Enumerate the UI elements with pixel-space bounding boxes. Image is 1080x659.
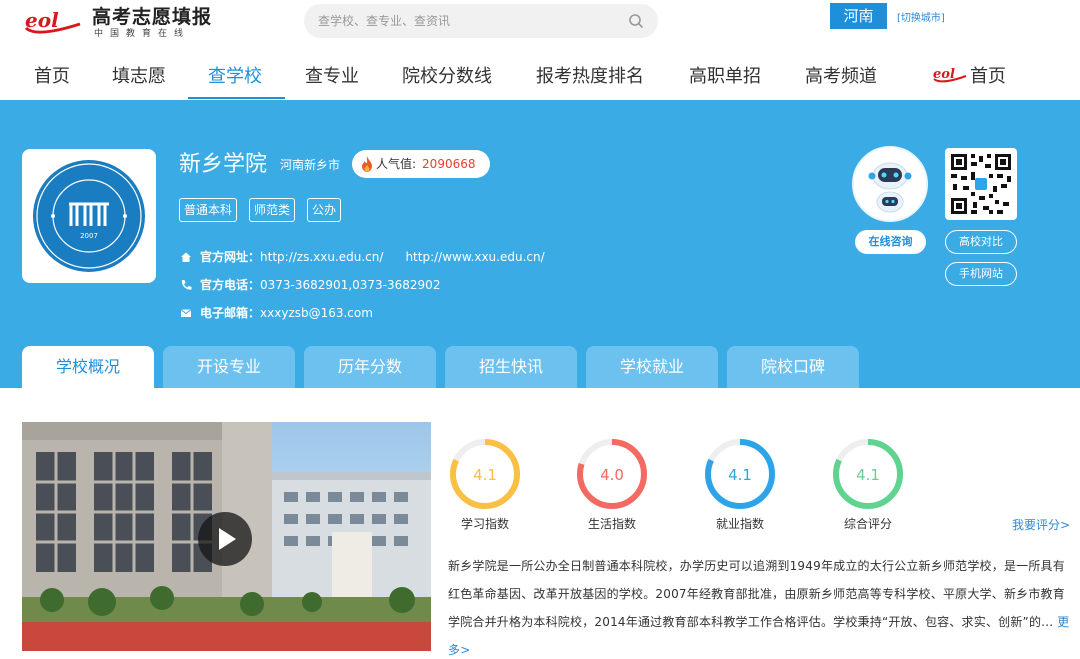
description-text: 新乡学院是一所公办全日制普通本科院校，办学历史可以追溯到1949年成立的太行公立… bbox=[448, 559, 1065, 629]
email-row: 电子邮箱： xxxyzsb@163.com bbox=[180, 304, 373, 321]
main-nav: 首页 填志愿 查学校 查专业 院校分数线 报考热度排名 高职单招 高考频道 bbox=[0, 54, 1080, 100]
tab-overview[interactable]: 学校概况 bbox=[22, 346, 154, 388]
online-consult-button[interactable]: 在线咨询 bbox=[855, 230, 926, 254]
tag-undergraduate: 普通本科 bbox=[179, 198, 238, 222]
gauge-study-value: 4.1 bbox=[473, 466, 497, 484]
logo-subtitle: 中国教育在线 bbox=[94, 29, 191, 39]
school-emblem-icon: 2007 bbox=[33, 160, 145, 272]
logo-title: 高考志愿填报 bbox=[92, 6, 213, 28]
qr-code bbox=[945, 148, 1017, 220]
search-bar bbox=[304, 4, 658, 38]
eol-home-link[interactable]: eol 首页 bbox=[932, 62, 1006, 88]
nav-fill-application[interactable]: 填志愿 bbox=[112, 62, 166, 100]
region-selector[interactable]: 河南 bbox=[830, 3, 887, 29]
tag-normal-school: 师范类 bbox=[249, 198, 296, 222]
gauge-life-label: 生活指数 bbox=[587, 517, 636, 531]
nav-search-school[interactable]: 查学校 bbox=[208, 62, 262, 100]
phone-row: 官方电话： 0373-3682901,0373-3682902 bbox=[180, 276, 440, 293]
play-video-button[interactable] bbox=[198, 512, 252, 566]
email-address[interactable]: xxxyzsb@163.com bbox=[260, 306, 373, 320]
tag-public: 公办 bbox=[307, 198, 342, 222]
gauge-study-label: 学习指数 bbox=[460, 517, 509, 531]
school-banner: 2007 新乡学院 河南新乡市 人气值: 2090668 普通本科 师范类 公办 … bbox=[0, 100, 1080, 388]
gauge-life-value: 4.0 bbox=[600, 466, 624, 484]
gauge-employment-label: 就业指数 bbox=[715, 517, 764, 531]
popularity-value: 2090668 bbox=[422, 157, 476, 171]
svg-text:eol: eol bbox=[25, 8, 59, 32]
compare-school-button[interactable]: 高校对比 bbox=[945, 230, 1017, 254]
site-logo[interactable]: eol 高考志愿填报 中国教育在线 bbox=[22, 6, 212, 40]
website-row: 官方网址： http://zs.xxu.edu.cn/ http://www.x… bbox=[180, 248, 545, 265]
phone-number: 0373-3682901,0373-3682902 bbox=[260, 277, 441, 292]
email-label: 电子邮箱： bbox=[200, 306, 261, 320]
eol-logo-icon: eol bbox=[933, 67, 967, 83]
nav-home[interactable]: 首页 bbox=[34, 62, 70, 100]
switch-city-link[interactable]: [切换城市] bbox=[897, 9, 945, 24]
mobile-site-button[interactable]: 手机网站 bbox=[945, 262, 1017, 286]
search-input[interactable] bbox=[304, 4, 604, 38]
eol-home-label: 首页 bbox=[970, 66, 1006, 87]
emblem-year: 2007 bbox=[80, 232, 98, 240]
top-bar: eol 高考志愿填报 中国教育在线 河南 [切换城市] bbox=[0, 0, 1080, 46]
school-description: 新乡学院是一所公办全日制普通本科院校，办学历史可以追溯到1949年成立的太行公立… bbox=[448, 552, 1076, 659]
fire-icon bbox=[362, 156, 372, 172]
school-logo: 2007 bbox=[22, 149, 156, 283]
nav-active-underline bbox=[188, 97, 285, 99]
home-icon bbox=[181, 252, 191, 262]
tab-admission-news[interactable]: 招生快讯 bbox=[445, 346, 577, 388]
robot-avatar[interactable] bbox=[852, 146, 928, 222]
phone-label: 官方电话： bbox=[200, 278, 261, 292]
gauge-overall-value: 4.1 bbox=[856, 466, 880, 484]
gauge-overall-label: 综合评分 bbox=[843, 517, 892, 531]
tab-reputation[interactable]: 院校口碑 bbox=[727, 346, 859, 388]
nav-vocational[interactable]: 高职单招 bbox=[689, 62, 761, 100]
school-location: 河南新乡市 bbox=[280, 158, 341, 172]
nav-gaokao-channel[interactable]: 高考频道 bbox=[805, 62, 877, 100]
tab-history-scores[interactable]: 历年分数 bbox=[304, 346, 436, 388]
robot-icon bbox=[854, 148, 926, 220]
nav-score-line[interactable]: 院校分数线 bbox=[402, 62, 492, 100]
tab-employment[interactable]: 学校就业 bbox=[586, 346, 718, 388]
gauge-employment-value: 4.1 bbox=[728, 466, 752, 484]
mail-icon bbox=[180, 308, 192, 317]
search-icon[interactable] bbox=[628, 13, 644, 29]
website-link-1[interactable]: http://zs.xxu.edu.cn/ bbox=[260, 250, 383, 264]
rate-link[interactable]: 我要评分> bbox=[1012, 516, 1070, 533]
nav-search-major[interactable]: 查专业 bbox=[305, 62, 359, 100]
phone-icon bbox=[181, 279, 192, 290]
svg-text:eol: eol bbox=[933, 67, 955, 82]
website-label: 官方网址： bbox=[200, 250, 261, 264]
eol-logo-icon: eol bbox=[24, 8, 81, 34]
school-name: 新乡学院 bbox=[179, 152, 268, 177]
nav-popularity-rank[interactable]: 报考热度排名 bbox=[536, 62, 644, 100]
website-link-2[interactable]: http://www.xxu.edu.cn/ bbox=[405, 250, 544, 264]
popularity-label: 人气值: bbox=[376, 157, 417, 171]
tab-majors[interactable]: 开设专业 bbox=[163, 346, 295, 388]
qr-code-icon bbox=[949, 152, 1013, 216]
popularity-badge: 人气值: 2090668 bbox=[352, 150, 490, 178]
